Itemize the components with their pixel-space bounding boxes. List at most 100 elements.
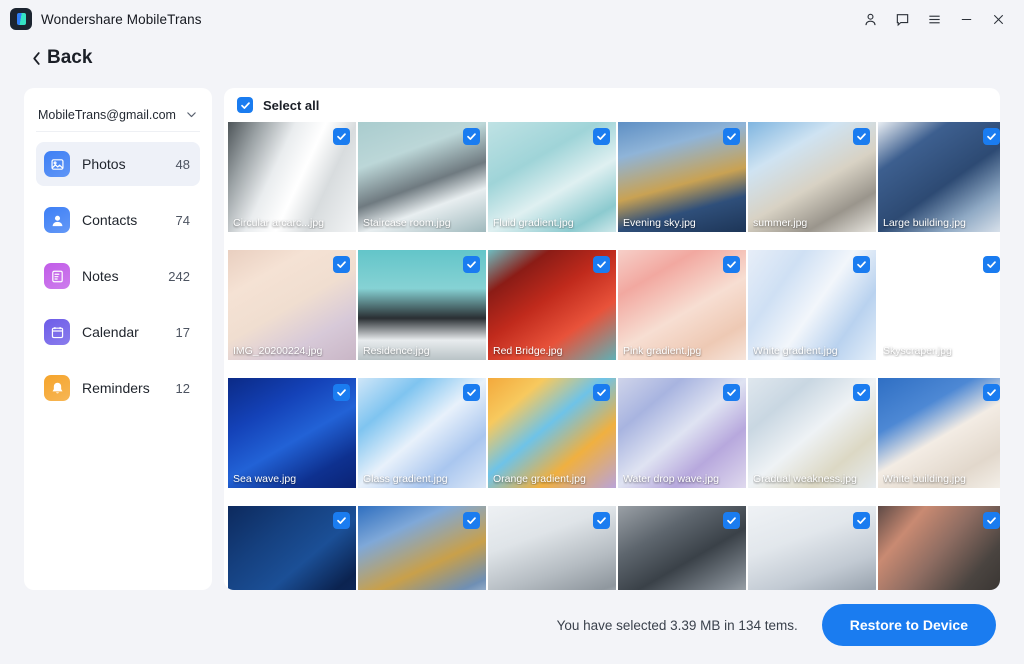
sidebar-item-count: 48: [175, 156, 190, 172]
photo-thumbnail[interactable]: Staircase room.jpg: [358, 122, 486, 232]
photo-filename: Pink gradient.jpg: [623, 345, 702, 357]
photo-checkbox[interactable]: [333, 128, 350, 145]
photo-image: [878, 378, 1000, 488]
photo-thumbnail[interactable]: Gradual weakness.jpg: [748, 378, 876, 488]
check-icon: [337, 133, 346, 140]
sidebar-item-reminders[interactable]: Reminders 12: [36, 366, 200, 410]
photo-checkbox[interactable]: [983, 256, 1000, 273]
photo-image: [878, 122, 1000, 232]
back-button[interactable]: Back: [32, 47, 92, 69]
photo-checkbox[interactable]: [853, 384, 870, 401]
photo-checkbox[interactable]: [333, 256, 350, 273]
photo-thumbnail[interactable]: [228, 506, 356, 590]
sidebar-item-contacts[interactable]: Contacts 74: [36, 198, 200, 242]
photo-filename: White building.jpg: [883, 473, 966, 485]
photo-thumbnail[interactable]: Residence.jpg: [358, 250, 486, 360]
photo-checkbox[interactable]: [463, 512, 480, 529]
photo-checkbox[interactable]: [723, 256, 740, 273]
sidebar-item-label: Contacts: [82, 212, 138, 228]
photo-thumbnail[interactable]: IMG_20200224.jpg: [228, 250, 356, 360]
check-icon: [597, 517, 606, 524]
photo-thumbnail[interactable]: Large building.jpg: [878, 122, 1000, 232]
photo-filename: Residence.jpg: [363, 345, 430, 357]
check-icon: [987, 261, 996, 268]
sidebar-item-count: 12: [175, 380, 190, 396]
photo-checkbox[interactable]: [463, 128, 480, 145]
photo-filename: Staircase room.jpg: [363, 217, 451, 229]
photo-checkbox[interactable]: [983, 128, 1000, 145]
photo-checkbox[interactable]: [593, 384, 610, 401]
select-all-checkbox[interactable]: [237, 97, 253, 113]
account-icon[interactable]: [854, 4, 886, 34]
photo-thumbnail[interactable]: [358, 506, 486, 590]
photo-thumbnail[interactable]: [748, 506, 876, 590]
check-icon: [987, 517, 996, 524]
photo-thumbnail[interactable]: White building.jpg: [878, 378, 1000, 488]
sidebar-item-count: 242: [168, 268, 190, 284]
photo-filename: Gradual weakness.jpg: [753, 473, 857, 485]
check-icon: [467, 517, 476, 524]
photo-checkbox[interactable]: [853, 128, 870, 145]
photo-checkbox[interactable]: [593, 512, 610, 529]
photo-thumbnail[interactable]: Evening sky.jpg: [618, 122, 746, 232]
select-all-row[interactable]: Select all: [224, 88, 1000, 122]
menu-icon[interactable]: [918, 4, 950, 34]
calendar-icon: [44, 319, 70, 345]
close-icon[interactable]: [982, 4, 1014, 34]
account-selector[interactable]: MobileTrans@gmail.com: [36, 98, 200, 132]
photo-thumbnail[interactable]: Water drop wave.jpg: [618, 378, 746, 488]
sidebar-item-count: 17: [175, 324, 190, 340]
photo-checkbox[interactable]: [853, 512, 870, 529]
photo-checkbox[interactable]: [723, 128, 740, 145]
photo-filename: Skyscraper.jpg: [883, 345, 952, 357]
photo-thumbnail[interactable]: Orange gradient.jpg: [488, 378, 616, 488]
photo-filename: Water drop wave.jpg: [623, 473, 719, 485]
photo-checkbox[interactable]: [983, 384, 1000, 401]
chevron-down-icon: [187, 112, 196, 118]
sidebar-item-calendar[interactable]: Calendar 17: [36, 310, 200, 354]
check-icon: [240, 101, 250, 109]
photo-checkbox[interactable]: [463, 384, 480, 401]
photo-thumbnail[interactable]: White gradient.jpg: [748, 250, 876, 360]
photo-checkbox[interactable]: [463, 256, 480, 273]
photo-checkbox[interactable]: [853, 256, 870, 273]
photo-thumbnail[interactable]: Red Bridge.jpg: [488, 250, 616, 360]
selection-status: You have selected 3.39 MB in 134 tems.: [556, 617, 798, 633]
feedback-icon[interactable]: [886, 4, 918, 34]
photo-thumbnail[interactable]: Circular arcarc...jpg: [228, 122, 356, 232]
sidebar-item-label: Photos: [82, 156, 126, 172]
photo-thumbnail[interactable]: Skyscraper.jpg: [878, 250, 1000, 360]
check-icon: [857, 517, 866, 524]
photo-checkbox[interactable]: [723, 512, 740, 529]
photo-thumbnail[interactable]: Glass gradient.jpg: [358, 378, 486, 488]
check-icon: [597, 261, 606, 268]
check-icon: [857, 261, 866, 268]
photo-thumbnail[interactable]: [488, 506, 616, 590]
notes-icon: [44, 263, 70, 289]
photo-checkbox[interactable]: [593, 256, 610, 273]
photo-checkbox[interactable]: [333, 512, 350, 529]
sidebar-item-notes[interactable]: Notes 242: [36, 254, 200, 298]
check-icon: [987, 389, 996, 396]
photos-icon: [44, 151, 70, 177]
photo-checkbox[interactable]: [983, 512, 1000, 529]
check-icon: [597, 133, 606, 140]
photo-checkbox[interactable]: [593, 128, 610, 145]
app-title: Wondershare MobileTrans: [41, 11, 202, 27]
photo-filename: Evening sky.jpg: [623, 217, 696, 229]
photo-thumbnail[interactable]: Fluid gradient.jpg: [488, 122, 616, 232]
sidebar-item-photos[interactable]: Photos 48: [36, 142, 200, 186]
photo-thumbnail[interactable]: Sea wave.jpg: [228, 378, 356, 488]
photo-checkbox[interactable]: [723, 384, 740, 401]
account-email: MobileTrans@gmail.com: [38, 107, 176, 122]
photo-thumbnail[interactable]: [878, 506, 1000, 590]
minimize-icon[interactable]: [950, 4, 982, 34]
photo-filename: Circular arcarc...jpg: [233, 217, 325, 229]
photo-filename: Sea wave.jpg: [233, 473, 297, 485]
restore-to-device-button[interactable]: Restore to Device: [821, 604, 996, 646]
back-label: Back: [47, 47, 93, 68]
photo-thumbnail[interactable]: summer.jpg: [748, 122, 876, 232]
photo-thumbnail[interactable]: [618, 506, 746, 590]
photo-checkbox[interactable]: [333, 384, 350, 401]
photo-thumbnail[interactable]: Pink gradient.jpg: [618, 250, 746, 360]
